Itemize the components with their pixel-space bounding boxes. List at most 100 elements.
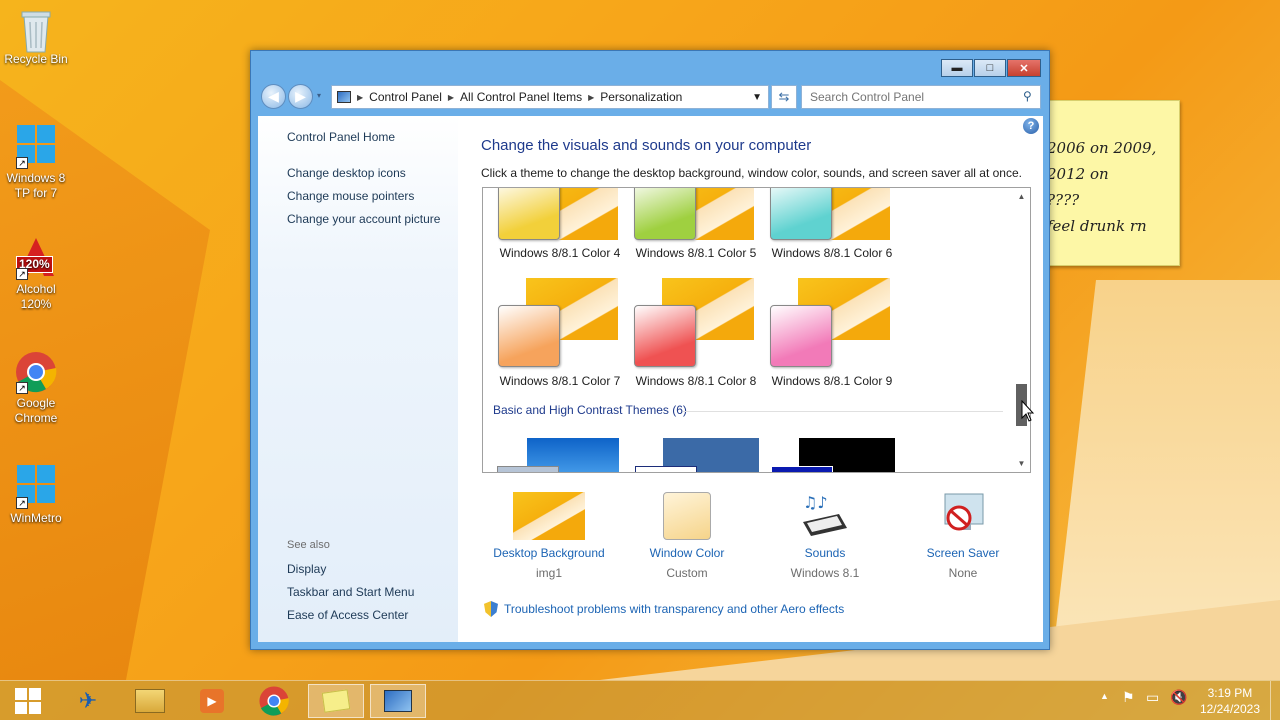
desktop-icon-recycle-bin[interactable]: Recycle Bin (4, 6, 68, 67)
folder-icon (135, 689, 165, 713)
recent-pages-dropdown[interactable]: ▾ (317, 91, 321, 100)
recycle-bin-icon (14, 6, 58, 53)
close-button[interactable]: ✕ (1007, 59, 1041, 77)
taskbar-app-sticky-notes[interactable] (308, 684, 364, 718)
theme-item[interactable]: Windows 8/8.1 Color 5 (634, 188, 762, 266)
theme-item[interactable]: Windows 8/8.1 Color 7 (498, 278, 626, 388)
taskbar-app-media-player[interactable]: ▶ (184, 684, 240, 718)
theme-list-scrollbar[interactable]: ▲ ▼ (1013, 188, 1030, 472)
sounds-value: Windows 8.1 (790, 566, 860, 580)
control-panel-home-link[interactable]: Control Panel Home (287, 130, 395, 144)
maximize-button[interactable]: □ (974, 59, 1006, 77)
theme-label: Windows 8/8.1 Color 8 (635, 374, 757, 388)
window-color-label[interactable]: Window Color (622, 546, 752, 560)
action-center-flag-icon[interactable]: ⚑ (1122, 689, 1135, 706)
help-icon[interactable]: ? (1023, 118, 1039, 134)
theme-item[interactable]: Windows 8/8.1 Color 9 (770, 278, 898, 388)
basic-themes-group-header[interactable]: Basic and High Contrast Themes (6) (493, 403, 687, 417)
theme-item[interactable]: Windows 8/8.1 Color 8 (634, 278, 762, 388)
refresh-icon: ⇆ (778, 89, 790, 104)
chrome-icon (259, 686, 289, 716)
minimize-button[interactable]: ▬ (941, 59, 973, 77)
windows-logo-icon: ↗ (14, 465, 58, 509)
theme-item[interactable]: Windows 8/8.1 Color 4 (498, 188, 626, 266)
desktop-icon-alcohol[interactable]: 120% ↗ Alcohol 120% (4, 236, 68, 312)
show-desktop-button[interactable] (1270, 681, 1280, 720)
address-dropdown-icon[interactable]: ▼ (752, 92, 762, 103)
desktop-icon-windows8[interactable]: ↗ Windows 8 TP for 7 (4, 122, 68, 201)
alcohol-icon: 120% ↗ (14, 236, 58, 280)
breadcrumb-personalization[interactable]: Personalization (594, 90, 688, 104)
breadcrumb-all-items[interactable]: All Control Panel Items (454, 90, 588, 104)
theme-color-swatch (634, 188, 696, 240)
theme-label: Windows 8/8.1 Color 6 (771, 246, 893, 260)
theme-label: Windows 8/8.1 Color 4 (499, 246, 621, 260)
windows-logo-icon: ↗ (14, 125, 58, 169)
desktop-icon-label: WinMetro (10, 511, 62, 525)
scroll-up-icon[interactable]: ▲ (1013, 188, 1030, 205)
page-title: Change the visuals and sounds on your co… (481, 137, 812, 154)
refresh-button[interactable]: ⇆ (771, 85, 797, 109)
search-input[interactable] (801, 85, 1041, 109)
sounds-label[interactable]: Sounds (760, 546, 890, 560)
desktop-background-option[interactable]: Desktop Background img1 (484, 492, 614, 580)
taskbar-app-chrome[interactable] (246, 684, 302, 718)
media-player-icon: ▶ (200, 689, 224, 713)
ease-of-access-link[interactable]: Ease of Access Center (287, 608, 408, 622)
desktop-icon-label: Recycle Bin (4, 52, 68, 66)
clock[interactable]: 3:19 PM 12/24/2023 (1200, 685, 1260, 717)
taskbar-app-file-explorer[interactable] (122, 684, 178, 718)
theme-item[interactable]: Windows 8/8.1 Color 6 (770, 188, 898, 266)
search-icon[interactable]: ⚲ (1023, 89, 1032, 103)
theme-item-basic[interactable] (771, 438, 895, 472)
start-button[interactable] (0, 684, 56, 718)
theme-item-basic[interactable] (497, 438, 619, 472)
show-hidden-icons-icon[interactable]: ▲ (1100, 691, 1109, 701)
address-bar[interactable]: ▶ Control Panel ▶ All Control Panel Item… (331, 85, 769, 109)
network-icon[interactable]: ▭ (1146, 689, 1159, 706)
app-icon: ✈ (78, 688, 98, 713)
forward-button[interactable]: ▶ (288, 84, 313, 109)
screen-saver-label[interactable]: Screen Saver (898, 546, 1028, 560)
taskbar-app-control-panel[interactable] (370, 684, 426, 718)
change-account-picture-link[interactable]: Change your account picture (287, 212, 440, 226)
back-button[interactable]: ◀ (261, 84, 286, 109)
change-desktop-icons-link[interactable]: Change desktop icons (287, 166, 406, 180)
taskbar: ✈ ▶ ▲ ⚑ ▭ 🔇 3:19 PM 12/24/2023 (0, 680, 1280, 720)
desktop-icon-label: Alcohol 120% (16, 282, 56, 311)
desktop-icon-label: Windows 8 TP for 7 (6, 171, 66, 200)
sticky-note[interactable]: 2006 on 2009, 2012 on ???? feel drunk rn (1046, 100, 1180, 266)
desktop-icon-winmetro[interactable]: ↗ WinMetro (4, 462, 68, 526)
screen-saver-option[interactable]: Screen Saver None (898, 492, 1028, 580)
theme-item-basic[interactable] (635, 438, 759, 472)
theme-label: Windows 8/8.1 Color 9 (771, 374, 893, 388)
theme-color-swatch (771, 466, 833, 472)
desktop-icon-chrome[interactable]: ↗ Google Chrome (4, 350, 68, 426)
theme-color-swatch (770, 188, 832, 240)
taskbar-app-explorer-ie[interactable]: ✈ (60, 684, 116, 718)
desktop-background-label[interactable]: Desktop Background (484, 546, 614, 560)
desktop-background-value: img1 (535, 566, 562, 580)
theme-color-swatch (497, 466, 559, 472)
sticky-note-line: ???? (1047, 191, 1080, 209)
volume-muted-icon[interactable]: 🔇 (1170, 689, 1187, 706)
troubleshoot-label: Troubleshoot problems with transparency … (504, 602, 845, 616)
sounds-option[interactable]: ♫♪ Sounds Windows 8.1 (760, 492, 890, 580)
scroll-down-icon[interactable]: ▼ (1013, 455, 1030, 472)
display-link[interactable]: Display (287, 562, 326, 576)
breadcrumb-control-panel[interactable]: Control Panel (363, 90, 448, 104)
sticky-note-line: feel drunk rn (1047, 217, 1147, 235)
screen-saver-icon (927, 492, 999, 540)
taskbar-start-menu-link[interactable]: Taskbar and Start Menu (287, 585, 414, 599)
theme-color-swatch (770, 305, 832, 367)
navigation-bar: ◀ ▶ ▾ ▶ Control Panel ▶ All Control Pane… (259, 83, 1041, 111)
back-arrow-icon: ◀ (268, 88, 279, 104)
troubleshoot-link[interactable]: Troubleshoot problems with transparency … (484, 601, 844, 617)
svg-text:♫♪: ♫♪ (803, 493, 828, 512)
content-area: Control Panel Home Change desktop icons … (258, 116, 1043, 642)
sticky-notes-icon (321, 689, 351, 713)
desktop-background-icon (513, 492, 585, 540)
change-mouse-pointers-link[interactable]: Change mouse pointers (287, 189, 414, 203)
control-panel-icon (337, 91, 351, 103)
window-color-option[interactable]: Window Color Custom (622, 492, 752, 580)
